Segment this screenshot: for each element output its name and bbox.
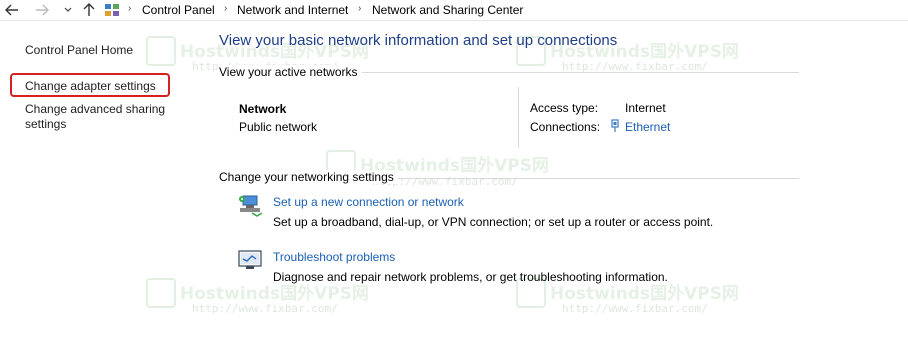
- access-type-label: Access type:: [530, 101, 599, 115]
- network-setup-icon: [238, 193, 264, 217]
- setup-connection-description: Set up a broadband, dial-up, or VPN conn…: [273, 215, 714, 229]
- chevron-down-icon[interactable]: [60, 2, 76, 18]
- ethernet-icon: [609, 119, 621, 133]
- address-bar-divider: [0, 20, 908, 21]
- change-advanced-sharing-link[interactable]: Change advanced sharing settings: [25, 102, 165, 132]
- sharing-link-line1: Change advanced sharing: [25, 102, 166, 116]
- page-title: View your basic network information and …: [219, 32, 618, 49]
- active-networks-header: View your active networks: [219, 65, 362, 79]
- networking-settings-header: Change your networking settings: [219, 170, 398, 184]
- breadcrumb-network-sharing-center[interactable]: Network and Sharing Center: [372, 3, 523, 17]
- up-arrow-icon[interactable]: [81, 2, 97, 18]
- troubleshoot-problems-link[interactable]: Troubleshoot problems: [273, 250, 395, 264]
- control-panel-icon: [104, 2, 120, 18]
- breadcrumb-separator: ›: [358, 3, 362, 14]
- address-bar: › Control Panel › Network and Internet ›…: [0, 0, 908, 20]
- forward-arrow-icon[interactable]: [34, 2, 50, 18]
- ethernet-link[interactable]: Ethernet: [625, 120, 670, 134]
- watermark-url: http://www.fixbar.com/: [562, 302, 708, 315]
- breadcrumb-control-panel[interactable]: Control Panel: [142, 3, 215, 17]
- network-type: Public network: [239, 120, 318, 134]
- back-arrow-icon[interactable]: [4, 2, 20, 18]
- watermark-logo: [146, 36, 176, 66]
- watermark-url: http://www.fixbar.com/: [192, 302, 338, 315]
- breadcrumb-separator: ›: [224, 3, 228, 14]
- vertical-divider: [518, 87, 519, 148]
- sharing-link-line2: settings: [25, 117, 67, 131]
- connections-label: Connections:: [530, 120, 601, 134]
- breadcrumb-network-internet[interactable]: Network and Internet: [237, 3, 348, 17]
- troubleshoot-description: Diagnose and repair network problems, or…: [273, 270, 668, 284]
- watermark-logo: [146, 278, 176, 308]
- change-adapter-settings-link[interactable]: Change adapter settings: [25, 79, 156, 94]
- troubleshoot-icon: [238, 250, 262, 270]
- control-panel-home-link[interactable]: Control Panel Home: [25, 43, 133, 58]
- network-name: Network: [239, 102, 287, 116]
- breadcrumb-separator: ›: [128, 3, 132, 14]
- setup-connection-link[interactable]: Set up a new connection or network: [273, 195, 464, 209]
- access-type-value: Internet: [625, 101, 666, 115]
